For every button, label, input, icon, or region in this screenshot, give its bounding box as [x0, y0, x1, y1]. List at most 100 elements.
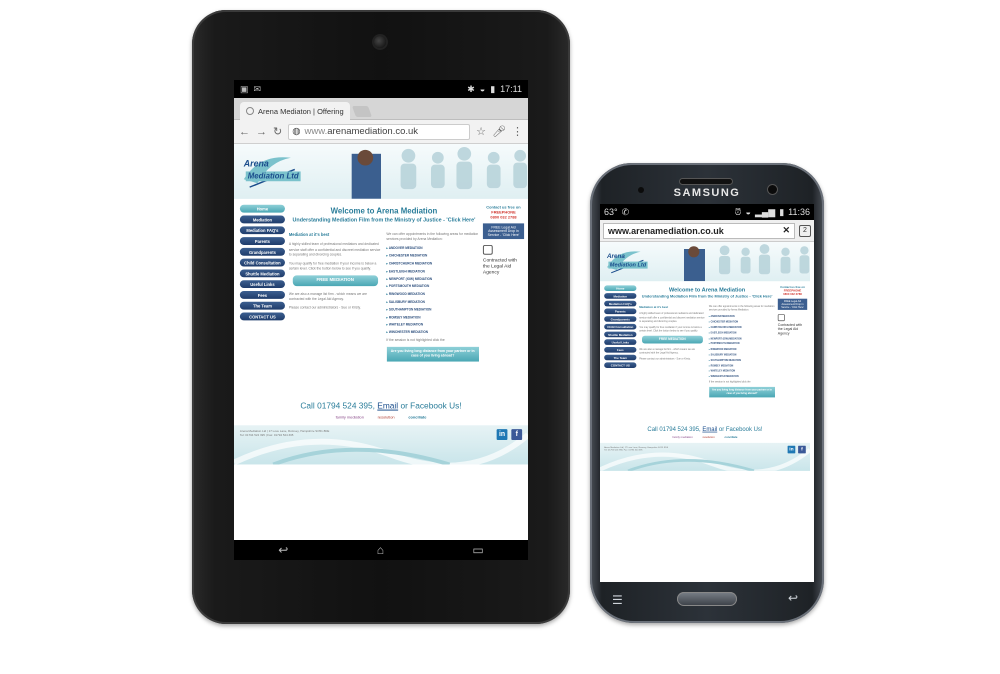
area-link[interactable]: CHRISTCHURCH MEDIATION	[386, 262, 479, 267]
free-mediation-button[interactable]: FREE MEDIATION	[292, 275, 378, 286]
site-footer: Arena Mediation Ltd | 17 Love Lane, Roms…	[600, 442, 810, 471]
phone-menu-key-icon[interactable]: ☰	[612, 593, 623, 607]
site-subtitle-link[interactable]: Understanding Mediation Film from the Mi…	[639, 295, 775, 300]
nav-parents[interactable]: Parents	[604, 308, 637, 315]
nav-the-team[interactable]: The Team	[604, 354, 637, 361]
area-link[interactable]: SOUTHAMPTON MEDIATION	[709, 359, 775, 362]
nav-fees[interactable]: Fees	[604, 347, 637, 353]
facebook-icon[interactable]: f	[798, 445, 806, 454]
nav-useful-links[interactable]: Useful Links	[604, 339, 637, 345]
tablet-nav-bar: ↩ ⌂ ▭	[234, 540, 528, 560]
footer-phone: Tel: 01794 524 395 | Fax: 01794 524 395	[604, 448, 643, 452]
reload-icon[interactable]: ↻	[273, 125, 282, 138]
legal-aid-text: Contracted with the Legal Aid Agency	[482, 257, 517, 276]
address-bar[interactable]: www.arenamediation.co.uk ✕	[603, 222, 795, 239]
long-distance-banner[interactable]: Are you living long distance from your p…	[386, 346, 479, 362]
nav-mediation[interactable]: Mediation	[604, 293, 637, 299]
area-link[interactable]: SALISBURY MEDIATION	[709, 353, 775, 356]
area-link[interactable]: CHICHESTER MEDIATION	[386, 254, 479, 259]
nav-mediation-faqs[interactable]: Mediation FAQ's	[604, 300, 637, 307]
facebook-icon[interactable]: f	[511, 429, 523, 440]
area-link[interactable]: EASTLEIGH MEDIATION	[386, 269, 479, 274]
left-p1: A highly skilled team of professional me…	[639, 312, 705, 323]
nav-contact-us[interactable]: CONTACT US	[604, 362, 637, 368]
back-nav-icon[interactable]: ↩	[278, 543, 288, 557]
nav-contact-us[interactable]: CONTACT US	[239, 312, 285, 321]
forward-arrow-icon[interactable]: →	[256, 126, 267, 138]
nav-shuttle-mediation[interactable]: Shuttle Mediation	[604, 331, 637, 338]
area-link[interactable]: WHITELEY MEDIATION	[386, 323, 479, 328]
site-info-icon: ◍	[292, 126, 301, 137]
nav-mediation-faqs[interactable]: Mediation FAQ's	[239, 226, 285, 235]
area-link[interactable]: SALISBURY MEDIATION	[386, 300, 479, 305]
nav-grandparents[interactable]: Grandparents	[604, 316, 637, 322]
email-notification-icon: ✉	[253, 83, 262, 94]
site-subtitle-link[interactable]: Understanding Mediation Film from the Mi…	[289, 218, 479, 225]
legal-aid-crest-icon	[482, 244, 493, 255]
area-link[interactable]: WHITELEY MEDIATION	[709, 370, 775, 373]
area-link[interactable]: PORTSMOUTH MEDIATION	[709, 342, 775, 345]
nav-parents[interactable]: Parents	[239, 237, 285, 245]
nav-fees[interactable]: Fees	[239, 291, 285, 299]
area-link[interactable]: EASTLEIGH MEDIATION	[709, 331, 775, 334]
call-icon: ✆	[621, 206, 630, 217]
legal-aid-assessment-box[interactable]: FREE Legal Aid Assessment Drop in Servic…	[777, 298, 808, 310]
status-time: 11:36	[788, 207, 810, 217]
area-link[interactable]: ANDOVER MEDIATION	[386, 246, 479, 251]
area-link[interactable]: ANDOVER MEDIATION	[709, 315, 775, 318]
browser-tab-bar: Arena Mediaton | Offering	[234, 98, 528, 120]
new-tab-button[interactable]	[351, 106, 373, 117]
area-link[interactable]: CHICHESTER MEDIATION	[709, 321, 775, 324]
mic-icon[interactable]: 🎤︎	[492, 125, 506, 138]
call-text: Call 01794 524 395,	[647, 425, 703, 433]
home-nav-icon[interactable]: ⌂	[377, 543, 384, 557]
phone-home-button[interactable]	[677, 592, 737, 606]
site-nav: Home Mediation Mediation FAQ's Parents G…	[239, 204, 285, 391]
family-mediation-logo: family mediation	[335, 414, 364, 420]
area-link[interactable]: PORTSMOUTH MEDIATION	[386, 284, 479, 289]
nav-shuttle-mediation[interactable]: Shuttle Mediation	[239, 269, 285, 278]
nav-child-consultation[interactable]: Child Consultation	[604, 323, 637, 330]
area-link[interactable]: SOUTHAMPTON MEDIATION	[386, 307, 479, 312]
free-mediation-button[interactable]: FREE MEDIATION	[642, 335, 703, 344]
tabs-icon[interactable]: 2	[799, 224, 811, 237]
address-bar[interactable]: ◍ www.arenamediation.co.uk	[288, 123, 471, 140]
browser-tab[interactable]: Arena Mediaton | Offering	[240, 102, 350, 120]
area-link[interactable]: WINCHESTER MEDIATION	[709, 375, 775, 378]
middle-column: We can offer appointments in the followi…	[386, 232, 479, 362]
site-header: Arena Mediation Ltd	[600, 242, 810, 282]
area-link[interactable]: ROMSEY MEDIATION	[386, 315, 479, 320]
back-arrow-icon[interactable]: ←	[239, 126, 250, 138]
middle-note: If the session is not highlighted click …	[386, 337, 445, 342]
legal-aid-assessment-box[interactable]: FREE Legal Aid Assessment Drop in Servic…	[482, 223, 525, 240]
area-link[interactable]: NEWPORT (IOW) MEDIATION	[386, 277, 479, 282]
linkedin-icon[interactable]: in	[787, 445, 796, 454]
nav-the-team[interactable]: The Team	[239, 301, 285, 310]
url-prefix: www.	[304, 126, 328, 137]
nav-home[interactable]: Home	[604, 285, 637, 291]
nav-grandparents[interactable]: Grandparents	[239, 247, 285, 256]
nav-home[interactable]: Home	[239, 204, 285, 213]
nav-child-consultation[interactable]: Child Consultation	[239, 258, 285, 267]
site-title: Welcome to Arena Mediation	[330, 206, 438, 216]
nav-mediation[interactable]: Mediation	[239, 215, 285, 224]
nav-useful-links[interactable]: Useful Links	[239, 280, 285, 289]
area-link[interactable]: WINCHESTER MEDIATION	[386, 330, 479, 335]
left-column: Mediation at it's best A highly skilled …	[639, 305, 705, 397]
wifi-icon: ◒	[745, 207, 751, 217]
close-icon[interactable]: ✕	[782, 225, 790, 236]
area-link[interactable]: CHRISTCHURCH MEDIATION	[709, 326, 775, 329]
area-link[interactable]: NEWPORT (IOW) MEDIATION	[709, 337, 775, 340]
area-link[interactable]: RINGWOOD MEDIATION	[386, 292, 479, 297]
email-link[interactable]: Email	[377, 401, 398, 411]
menu-icon[interactable]: ⋮	[512, 125, 523, 138]
phone-webpage: Arena Mediation Ltd Home Mediation Media…	[600, 242, 814, 582]
area-link[interactable]: ROMSEY MEDIATION	[709, 364, 775, 367]
email-link[interactable]: Email	[702, 425, 717, 432]
linkedin-icon[interactable]: in	[496, 429, 508, 440]
area-link[interactable]: RINGWOOD MEDIATION	[709, 348, 775, 351]
phone-back-key-icon[interactable]: ↩	[788, 591, 798, 605]
long-distance-banner[interactable]: Are you living long distance from your p…	[708, 386, 775, 398]
recents-nav-icon[interactable]: ▭	[472, 543, 483, 557]
star-icon[interactable]: ☆	[476, 125, 486, 138]
